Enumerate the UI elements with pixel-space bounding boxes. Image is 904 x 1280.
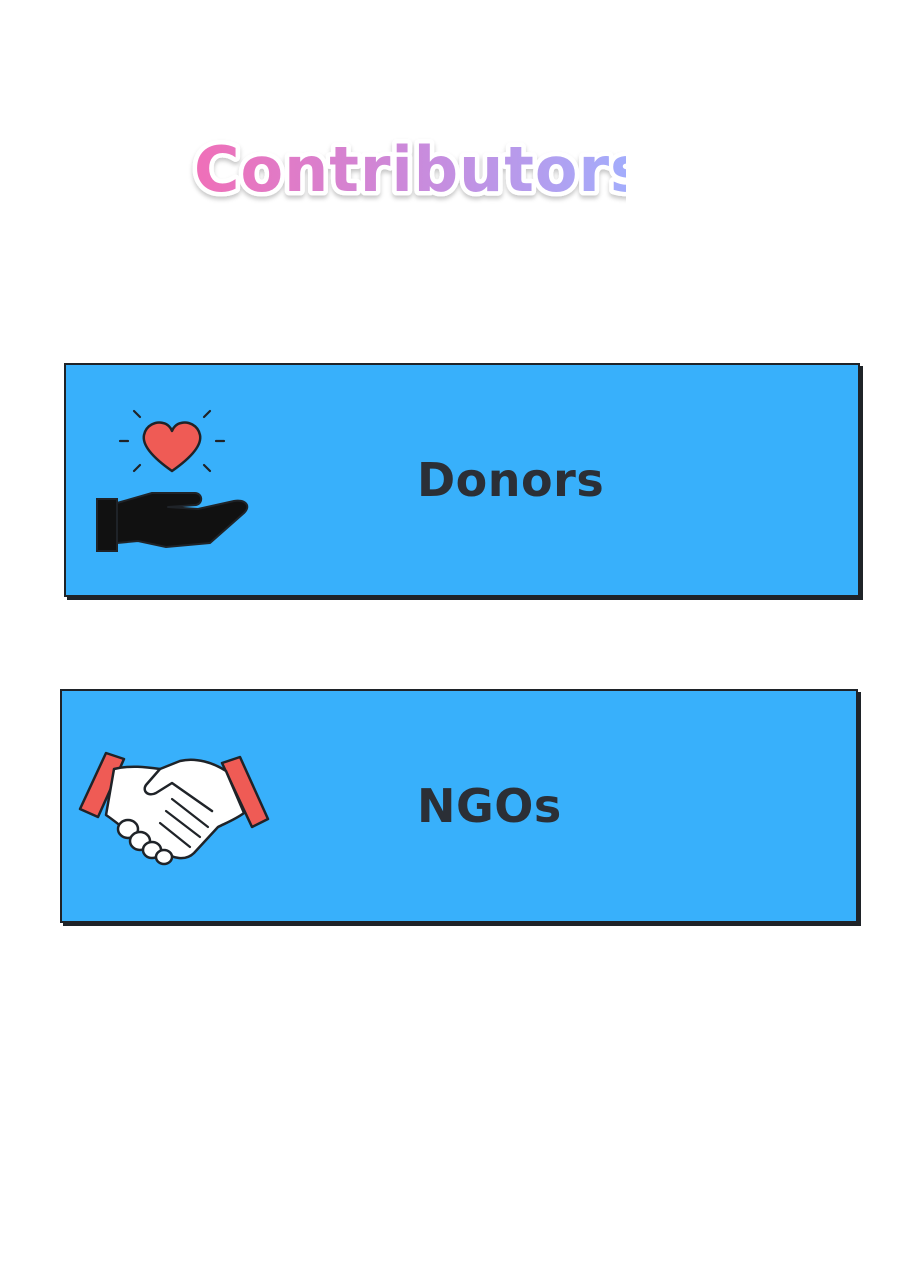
page-title-text: Contributors [194, 133, 626, 206]
donors-card[interactable]: Donors [64, 363, 860, 597]
ngos-label: NGOs [417, 779, 562, 833]
handshake-icon [76, 747, 270, 871]
heart-hand-icon [92, 405, 252, 555]
page-title: Contributors [186, 128, 627, 209]
page-title-graphic: Contributors [190, 129, 627, 209]
donors-label: Donors [417, 453, 605, 507]
ngos-card[interactable]: NGOs [60, 689, 858, 923]
